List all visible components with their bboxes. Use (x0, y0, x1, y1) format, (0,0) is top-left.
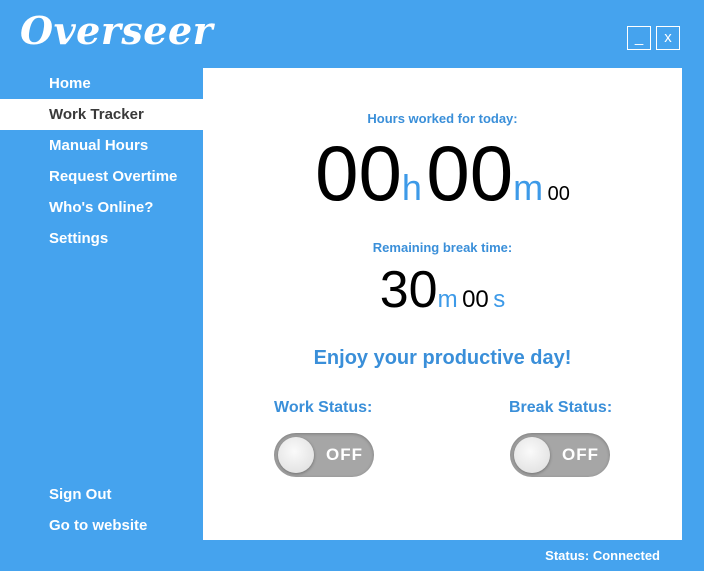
hours-value: 00 (315, 129, 402, 217)
sidebar-bottom: Sign Out Go to website (0, 479, 203, 541)
break-minutes-value: 30 (379, 261, 438, 319)
go-to-website-link[interactable]: Go to website (0, 510, 203, 541)
toggle-state-text: OFF (562, 445, 599, 464)
hours-worked-display: 00h 00m 00 (203, 128, 682, 219)
break-seconds-unit: s (493, 286, 506, 313)
break-minutes-unit: m (437, 286, 458, 313)
seconds-value: 00 (547, 183, 570, 205)
hours-unit: h (401, 167, 422, 208)
sidebar-item-whos-online[interactable]: Who's Online? (0, 192, 203, 223)
sign-out-link[interactable]: Sign Out (0, 479, 203, 510)
minutes-unit: m (513, 167, 544, 208)
sidebar-nav: Home Work Tracker Manual Hours Request O… (0, 68, 203, 254)
break-time-display: 30m 00 s (203, 260, 682, 320)
work-status-label: Work Status: (274, 399, 373, 416)
app-logo: Overseer (20, 8, 214, 53)
toggle-knob (514, 437, 550, 473)
sidebar-item-request-overtime[interactable]: Request Overtime (0, 161, 203, 192)
minutes-value: 00 (426, 129, 514, 217)
remaining-break-label: Remaining break time: (372, 240, 513, 255)
minimize-button[interactable]: _ (627, 26, 651, 50)
sidebar-item-home[interactable]: Home (0, 68, 203, 99)
break-seconds-value: 00 (462, 286, 489, 313)
work-tracker-panel: Hours worked for today: 00h 00m 00 Remai… (203, 68, 682, 540)
work-status-toggle[interactable]: OFF (274, 433, 374, 477)
break-status-toggle[interactable]: OFF (510, 433, 610, 477)
sidebar-item-settings[interactable]: Settings (0, 223, 203, 254)
motto-text: Enjoy your productive day! (313, 347, 572, 369)
close-button[interactable]: x (656, 26, 680, 50)
connection-status: Status: Connected (545, 548, 660, 563)
break-status-label: Break Status: (509, 399, 613, 416)
hours-worked-label: Hours worked for today: (367, 111, 518, 126)
sidebar-item-work-tracker[interactable]: Work Tracker (0, 99, 203, 130)
sidebar-item-manual-hours[interactable]: Manual Hours (0, 130, 203, 161)
toggle-state-text: OFF (326, 445, 363, 464)
toggle-knob (278, 437, 314, 473)
